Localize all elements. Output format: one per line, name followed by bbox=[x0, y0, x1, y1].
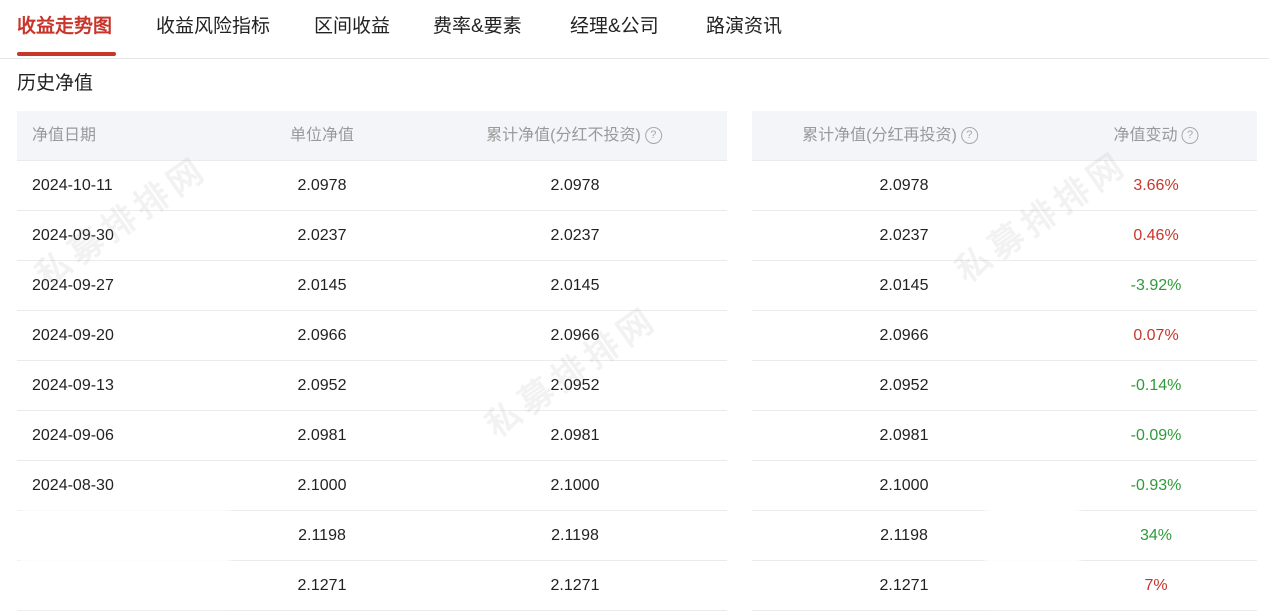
cell-nav-change: 34% bbox=[1139, 527, 1173, 544]
cell-cum-nav-reinvest: 2.1000 bbox=[879, 477, 929, 494]
cell-cum-nav-reinvest: 2.0966 bbox=[879, 327, 929, 344]
header-date: 净值日期 bbox=[32, 127, 97, 144]
cell-cum-nav-reinvest: 2.1198 bbox=[880, 527, 928, 544]
cell-nav-change: 3.66% bbox=[1133, 177, 1179, 194]
tab-return-trend[interactable]: 收益走势图 bbox=[17, 12, 112, 42]
cell-unit-nav: 2.1000 bbox=[297, 477, 347, 494]
cell-date: 2024-09-06 bbox=[32, 427, 114, 444]
table-row: 2024-09-30 2.0237 2.0237 bbox=[17, 211, 727, 261]
cell-cum-nav-reinvest: 2.0237 bbox=[879, 227, 929, 244]
cell-cum-nav-no-reinvest: 2.1271 bbox=[550, 577, 600, 594]
cell-date: 2024-09-13 bbox=[32, 377, 114, 394]
table-row: 2024-09-20 2.0966 2.0966 bbox=[17, 311, 727, 361]
cell-date: 2024-08-30 bbox=[32, 477, 114, 494]
cell-nav-change: -3.92% bbox=[1130, 277, 1182, 294]
cell-cum-nav-no-reinvest: 2.0978 bbox=[550, 177, 600, 194]
cell-nav-change: -0.14% bbox=[1130, 377, 1182, 394]
cell-nav-change: -0.09% bbox=[1130, 427, 1182, 444]
header-nav-change: 净值变动 ? bbox=[1113, 111, 1199, 160]
cell-cum-nav-no-reinvest: 2.0981 bbox=[550, 427, 600, 444]
table-row: 2024-09-13 2.0952 2.0952 bbox=[17, 361, 727, 411]
table-row: 2.0978 3.66% bbox=[752, 161, 1257, 211]
cell-cum-nav-reinvest: 2.0145 bbox=[879, 277, 929, 294]
cell-unit-nav: 2.0966 bbox=[297, 327, 347, 344]
cell-date: 2024-10-11 bbox=[32, 177, 113, 194]
tab-risk-metrics[interactable]: 收益风险指标 bbox=[156, 12, 270, 42]
help-icon[interactable]: ? bbox=[960, 127, 978, 144]
cell-cum-nav-no-reinvest: 2.0966 bbox=[550, 327, 600, 344]
table-row: 2.0237 0.46% bbox=[752, 211, 1257, 261]
cell-unit-nav: 2.1198 bbox=[298, 527, 346, 544]
cell-unit-nav: 2.0237 bbox=[297, 227, 347, 244]
tab-bar: 收益走势图 收益风险指标 区间收益 费率&要素 经理&公司 路演资讯 bbox=[0, 0, 1269, 59]
cell-unit-nav: 2.0145 bbox=[297, 277, 347, 294]
cell-cum-nav-reinvest: 2.0978 bbox=[879, 177, 929, 194]
cell-cum-nav-no-reinvest: 2.0145 bbox=[550, 277, 600, 294]
tab-fees-elements[interactable]: 费率&要素 bbox=[433, 12, 522, 42]
cell-nav-change: 7% bbox=[1144, 577, 1168, 594]
obscured-area bbox=[20, 508, 230, 608]
cell-cum-nav-no-reinvest: 2.0952 bbox=[550, 377, 600, 394]
tab-manager-company[interactable]: 经理&公司 bbox=[570, 12, 659, 42]
cell-nav-change: 0.46% bbox=[1133, 227, 1179, 244]
header-unit-nav: 单位净值 bbox=[289, 127, 355, 144]
cell-nav-change: 0.07% bbox=[1133, 327, 1179, 344]
table-row: 2024-10-11 2.0978 2.0978 bbox=[17, 161, 727, 211]
cell-unit-nav: 2.1271 bbox=[297, 577, 347, 594]
cell-unit-nav: 2.0952 bbox=[297, 377, 347, 394]
active-tab-indicator bbox=[17, 52, 116, 56]
table-row: 2024-09-27 2.0145 2.0145 bbox=[17, 261, 727, 311]
cell-cum-nav-no-reinvest: 2.0237 bbox=[550, 227, 600, 244]
obscured-area bbox=[985, 498, 1080, 608]
cell-nav-change: -0.93% bbox=[1130, 477, 1182, 494]
cell-cum-nav-reinvest: 2.0952 bbox=[879, 377, 929, 394]
cell-date: 2024-09-20 bbox=[32, 327, 114, 344]
table-row: 2.0145 -3.92% bbox=[752, 261, 1257, 311]
tab-interval-return[interactable]: 区间收益 bbox=[314, 12, 390, 42]
help-icon[interactable]: ? bbox=[644, 127, 662, 144]
table-header: 累计净值(分红再投资) ? 净值变动 ? bbox=[752, 111, 1257, 161]
table-row: 2.0981 -0.09% bbox=[752, 411, 1257, 461]
help-icon[interactable]: ? bbox=[1181, 127, 1199, 144]
header-cum-nav-no-reinvest: 累计净值(分红不投资) ? bbox=[486, 111, 662, 160]
section-title: 历史净值 bbox=[17, 73, 94, 94]
cell-unit-nav: 2.0978 bbox=[297, 177, 347, 194]
table-row: 2024-08-30 2.1000 2.1000 bbox=[17, 461, 727, 511]
tab-roadshow-news[interactable]: 路演资讯 bbox=[706, 12, 782, 42]
table-header: 净值日期 单位净值 累计净值(分红不投资) ? bbox=[17, 111, 727, 161]
cell-cum-nav-no-reinvest: 2.1000 bbox=[550, 477, 600, 494]
cell-cum-nav-reinvest: 2.0981 bbox=[879, 427, 929, 444]
cell-date: 2024-09-30 bbox=[32, 227, 114, 244]
cell-cum-nav-no-reinvest: 2.1198 bbox=[551, 527, 599, 544]
cell-cum-nav-reinvest: 2.1271 bbox=[879, 577, 929, 594]
cell-date: 2024-09-27 bbox=[32, 277, 114, 294]
table-row: 2024-09-06 2.0981 2.0981 bbox=[17, 411, 727, 461]
cell-unit-nav: 2.0981 bbox=[297, 427, 347, 444]
header-cum-nav-reinvest: 累计净值(分红再投资) ? bbox=[802, 111, 978, 160]
table-row: 2.0952 -0.14% bbox=[752, 361, 1257, 411]
table-row: 2.0966 0.07% bbox=[752, 311, 1257, 361]
